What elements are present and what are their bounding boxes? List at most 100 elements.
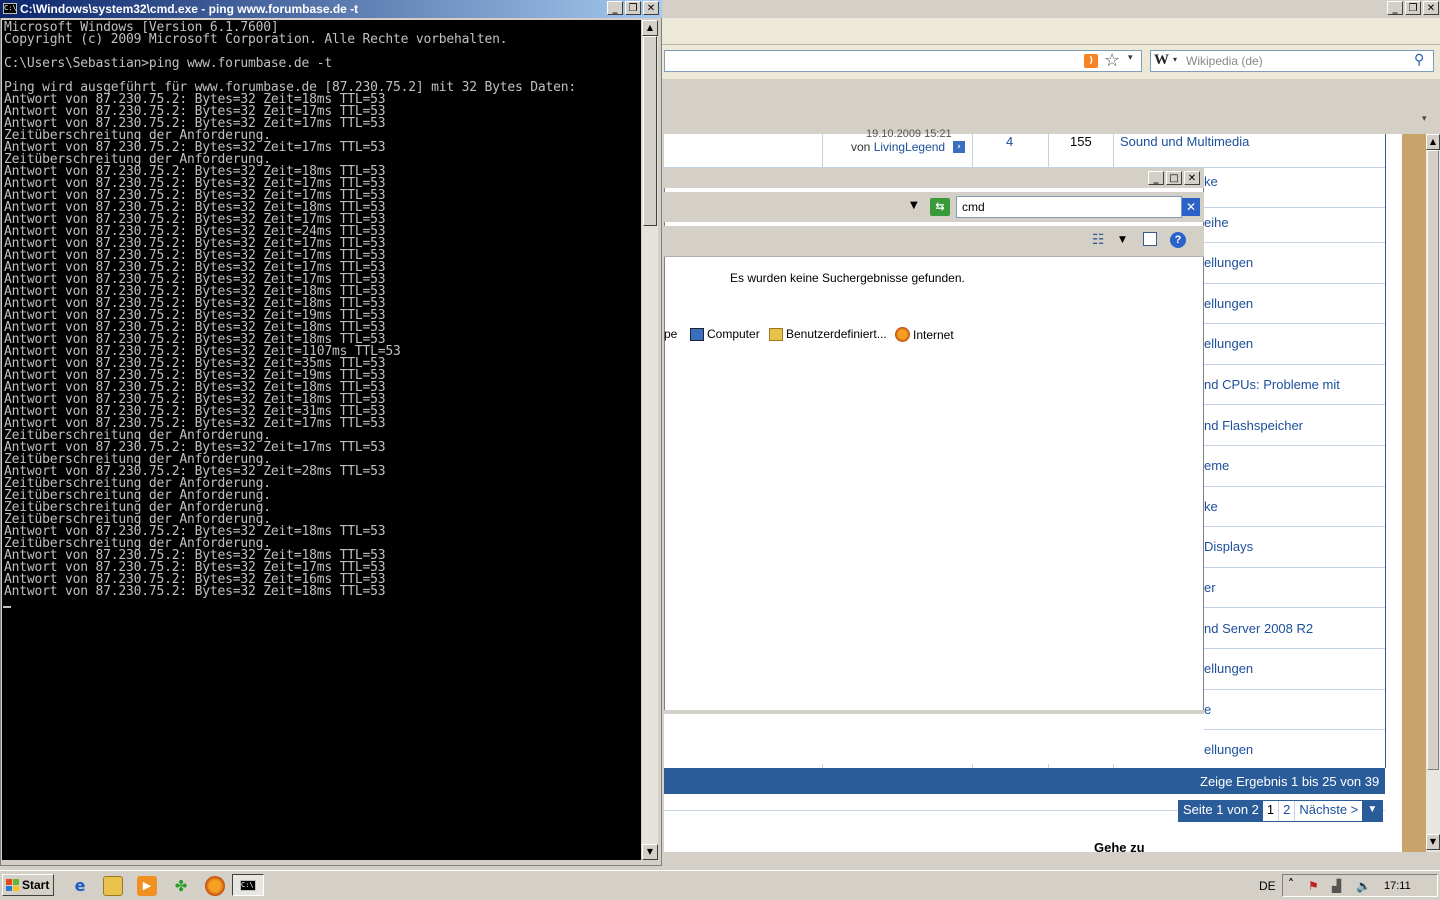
folder-icon [769,327,783,341]
media-player-icon[interactable]: ▶ [137,876,157,896]
explorer-search-window [664,168,1204,764]
forum-link[interactable]: ellungen [1204,336,1253,351]
firefox-taskbar-icon[interactable] [205,876,225,896]
forum-link[interactable]: nd Server 2008 R2 [1204,621,1313,636]
browser-search-placeholder: Wikipedia (de) [1186,54,1263,68]
explorer-maximize-button[interactable]: □ [1166,171,1182,185]
start-label: Start [22,878,50,892]
author-prefix: von [851,140,871,154]
thread-last-post-date: 19.10.2009 15:21 [866,128,952,140]
browser-close-button[interactable]: ✕ [1423,1,1439,15]
cmd-window-icon[interactable]: C:\ [3,3,17,14]
page-side-decoration [1402,134,1426,852]
explorer-address-dropdown-icon[interactable]: ▼ [910,200,918,211]
goto-last-post-icon[interactable]: › [953,141,965,153]
cmd-scroll-up-icon[interactable]: ▲ [642,20,658,36]
forum-link[interactable]: e [1204,702,1211,717]
no-results-message: Es wurden keine Suchergebnisse gefunden. [730,271,965,285]
location-label: Computer [707,327,760,341]
forum-link[interactable]: nd CPUs: Probleme mit [1204,377,1340,392]
tabs-dropdown-icon[interactable]: ▾ [1422,114,1427,124]
volume-icon[interactable]: 🔈 [1356,879,1371,893]
explorer-titlebar [664,168,1204,188]
help-icon[interactable]: ? [1170,232,1186,248]
cmd-window-title: C:\Windows\system32\cmd.exe - ping www.f… [20,2,359,16]
firefox-icon [895,327,910,342]
explorer-minimize-button[interactable]: _ [1148,171,1164,185]
cmd-scroll-down-icon[interactable]: ▼ [642,844,658,860]
console-line: Antwort von 87.230.75.2: Bytes=32 Zeit=1… [4,584,386,599]
cmd-close-button[interactable]: ✕ [643,1,659,15]
location-label: Benutzerdefiniert... [786,327,887,341]
browser-restore-button[interactable]: ❐ [1405,1,1421,15]
forum-link[interactable]: ellungen [1204,255,1253,270]
show-hidden-icons-icon[interactable]: ˄ [1288,877,1294,891]
forum-link[interactable]: ellungen [1204,661,1253,676]
cmd-minimize-button[interactable]: _ [607,1,623,15]
preview-pane-icon[interactable] [1143,232,1157,246]
rss-icon[interactable]: ) [1084,54,1098,68]
address-dropdown-icon[interactable]: ▾ [1128,53,1133,63]
page-scroll-thumb[interactable] [1427,150,1439,770]
forum-link[interactable]: ke [1204,174,1218,189]
bookmark-star-icon[interactable]: ☆ [1104,50,1120,71]
thread-last-post-author: von LivingLegend [851,140,945,154]
clock[interactable]: 17:11 [1384,880,1411,892]
page-scroll-down-icon[interactable]: ▼ [1426,834,1440,850]
pagination-page-2[interactable]: 2 [1278,801,1295,821]
pagination-label[interactable]: Seite 1 von 2 [1179,801,1263,821]
explorer-close-button[interactable]: ✕ [1184,171,1200,185]
forum-link[interactable]: eme [1204,458,1229,473]
explorer-details-pane [664,710,1204,764]
forum-link[interactable]: ellungen [1204,742,1253,757]
pagination-dropdown-icon[interactable]: ▼ [1362,801,1383,821]
cmd-console[interactable]: Microsoft Windows [Version 6.1.7600] Copy… [2,20,641,860]
search-again-custom[interactable]: Benutzerdefiniert... [769,327,887,341]
forum-link[interactable]: Sound und Multimedia [1120,134,1249,149]
search-icon[interactable]: ⚲ [1414,52,1424,68]
internet-explorer-icon[interactable]: e [70,876,90,896]
thread-replies[interactable]: 4 [1006,134,1013,149]
console-cursor [3,606,11,608]
search-engine-dropdown-icon[interactable]: ▾ [1173,55,1177,64]
cmd-scroll-thumb[interactable] [643,36,657,226]
pagination: Seite 1 von 2 1 2 Nächste > ▼ [1178,800,1384,822]
explorer-search-input[interactable] [956,196,1182,218]
browser-bookmarks-toolbar [664,108,1440,134]
explorer-window-controls: _ □ ✕ [1148,171,1200,185]
search-again-internet[interactable]: Internet [895,327,954,342]
table-row [664,134,1385,168]
view-dropdown-icon[interactable]: ▼ [1119,235,1126,245]
language-indicator[interactable]: DE [1259,879,1276,893]
forum-link[interactable]: nd Flashspeicher [1204,418,1303,433]
wikipedia-icon[interactable]: W [1154,52,1169,69]
location-label: pe [664,327,678,341]
clear-search-icon[interactable]: ✕ [1182,198,1200,216]
network-icon[interactable]: ▟ [1332,879,1341,893]
refresh-icon[interactable]: ⇆ [930,198,950,216]
page-scroll-up-icon[interactable]: ▲ [1426,134,1440,150]
goto-label: Gehe zu [1094,840,1145,855]
cmd-window-controls: _ ❐ ✕ [607,1,659,15]
forum-link[interactable]: er [1204,580,1216,595]
pagination-next[interactable]: Nächste > [1294,801,1363,821]
browser-minimize-button[interactable]: _ [1387,1,1403,15]
search-again-computer[interactable]: Computer [690,327,760,341]
forum-link[interactable]: ke [1204,499,1218,514]
address-bar[interactable] [664,50,1142,72]
forum-link[interactable]: Displays [1204,539,1253,554]
cmd-taskbar-icon: C:\ [240,880,256,891]
solitaire-clover-icon[interactable]: ✤ [171,876,191,896]
explorer-folder-icon[interactable] [103,876,123,896]
cmd-restore-button[interactable]: ❐ [625,1,641,15]
action-center-flag-icon[interactable]: ⚑ [1308,879,1319,893]
search-again-location[interactable]: pe [664,327,677,341]
author-link[interactable]: LivingLegend [874,140,945,154]
forum-link[interactable]: eihe [1204,215,1229,230]
forum-link[interactable]: ellungen [1204,296,1253,311]
location-label: Internet [913,327,954,342]
start-button[interactable]: Start [2,874,54,896]
windows-logo-icon [6,879,19,891]
change-view-icon[interactable]: ☷ [1092,232,1105,248]
thread-views: 155 [1070,134,1092,149]
